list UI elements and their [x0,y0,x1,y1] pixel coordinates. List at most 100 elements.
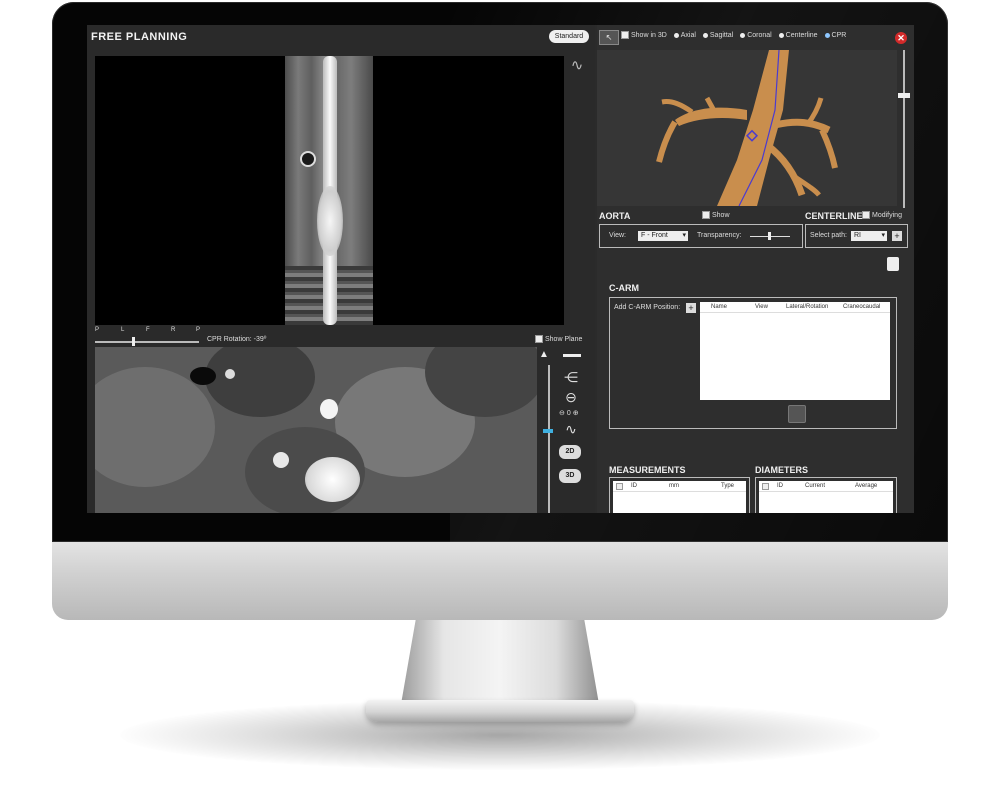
contrast-vessel [320,399,338,419]
select-all-checkbox[interactable] [762,483,769,490]
left-panel: FREE PLANNING Standard ∿ P L F R P CPR R… [87,25,595,513]
centerline-heading: CENTERLINE [805,211,863,221]
aorta-heading: AORTA [599,211,631,221]
cpr-rotation-label: CPR Rotation: -39º [207,336,267,343]
orientation-label: P [196,327,201,333]
checkbox-icon[interactable] [862,211,870,219]
tissue-region [95,367,215,487]
cpr-rotation-slider[interactable] [95,341,199,343]
app-screen: FREE PLANNING Standard ∿ P L F R P CPR R… [87,25,914,513]
3d-zoom-slider-thumb[interactable] [898,93,910,98]
column-header: ID [777,483,783,489]
aorta-cross-section [305,457,360,502]
centerline-tool-icon[interactable]: ⋲ [561,369,581,386]
3d-zoom-slider[interactable] [903,50,905,208]
aorta-3d-model [656,50,838,206]
monitor-chin [52,538,948,620]
tissue-region [205,347,315,417]
column-header: Type [721,483,735,489]
radio-coronal-icon[interactable] [740,32,746,38]
cpr-viewport[interactable] [95,56,564,325]
orientation-label: R [171,327,176,333]
view-label: View: [609,232,626,239]
carm-panel: Add C-ARM Position: + Name View Lateral/… [609,297,897,429]
right-panel: ↖ Show in 3D Axial Sagittal Coronal Cent… [597,25,914,513]
close-button[interactable]: ✕ [895,32,907,44]
diameters-table: ID Current Average [759,481,893,513]
viewport-tools: ▲ ⋲ ⊖ ⊖ 0 ⊕ ∿ 2D 3D [539,347,585,513]
modifying-toggle[interactable]: Modifying [862,211,902,219]
column-header: ID [631,483,637,489]
monitor-stand-neck [400,618,600,710]
orientation-label: F [146,327,150,333]
contrast-vessel [273,452,289,468]
arrow-up-icon[interactable]: ▲ [539,349,549,360]
aorta-panel: View: F - Front Transparency: [599,224,803,248]
column-header: Craneocaudal [843,304,881,310]
show-in-3d-label: Show in 3D [631,31,667,39]
view-options: Show in 3D Axial Sagittal Coronal Center… [619,31,846,45]
aorta-show-label: Show [712,211,730,219]
aneurysm-image [317,186,343,256]
checkbox-icon[interactable] [621,31,629,39]
add-path-button[interactable]: + [892,231,902,241]
orientation-label: L [121,327,125,333]
table-header: ID Current Average [759,481,893,492]
line-tool-icon[interactable] [563,354,581,357]
curve-icon[interactable]: ∿ [561,421,581,438]
zoom-minus-icon[interactable]: ⊖ [559,410,565,417]
view-select[interactable]: F - Front [638,231,688,241]
zoom-value: 0 [566,410,571,417]
checkbox-checked-icon[interactable] [702,211,710,219]
measurements-panel: ID mm Type [609,477,750,513]
modifying-label: Modifying [872,211,902,219]
plane-circle-icon[interactable]: ⊖ [561,389,581,406]
standard-mode-button[interactable]: Standard [549,30,589,43]
radio-sagittal-icon[interactable] [702,32,708,38]
carm-heading: C-ARM [609,283,639,293]
axial-viewport[interactable] [95,347,537,513]
bowel-gas [190,367,216,385]
aorta-show-toggle[interactable]: Show [702,211,730,219]
curve-icon[interactable]: ∿ [569,56,585,76]
centerline-panel: Select path: RI + [805,224,908,248]
zoom-stepper[interactable]: ⊖ 0 ⊕ [559,409,579,417]
table-header: Name View Lateral/Rotation Craneocaudal [700,302,890,313]
carm-table: Name View Lateral/Rotation Craneocaudal [700,302,890,400]
diameters-panel: ID Current Average [755,477,897,513]
select-all-checkbox[interactable] [616,483,623,490]
save-icon[interactable] [887,257,899,271]
diameters-heading: DIAMETERS [755,465,809,475]
tab-axial[interactable]: Axial [681,32,696,39]
add-carm-button[interactable]: + [686,303,696,313]
ct-vessel-cross [300,151,316,167]
view-3d-button[interactable]: 3D [559,469,581,483]
measurements-table: ID mm Type [613,481,746,513]
cursor-tool-icon[interactable]: ↖ [599,30,619,45]
tab-sagittal[interactable]: Sagittal [710,32,733,39]
carm-camera-icon[interactable] [788,405,806,423]
table-header: ID mm Type [613,481,746,492]
orientation-labels: P L F R P [93,327,203,339]
select-path-select[interactable]: RI [851,231,887,241]
radio-cpr-selected-icon[interactable] [824,32,830,38]
transparency-label: Transparency: [697,232,742,239]
column-header: Lateral/Rotation [786,304,829,310]
tab-centerline[interactable]: Centerline [786,32,818,39]
cpr-rotation-slider-thumb[interactable] [132,337,135,346]
show-plane-toggle[interactable]: Show Plane [535,335,582,343]
column-header: Average [855,483,878,489]
tab-coronal[interactable]: Coronal [747,32,772,39]
select-path-label: Select path: [810,232,847,239]
transparency-slider-thumb[interactable] [768,232,771,240]
add-carm-label: Add C-ARM Position: [614,304,681,311]
radio-centerline-icon[interactable] [778,32,784,38]
checkbox-checked-icon[interactable] [535,335,543,343]
tab-cpr[interactable]: CPR [832,32,847,39]
zoom-plus-icon[interactable]: ⊕ [573,410,579,417]
view-2d-button[interactable]: 2D [559,445,581,459]
measurements-heading: MEASUREMENTS [609,465,686,475]
aorta-3d-viewport[interactable] [597,50,897,206]
radio-axial-icon[interactable] [673,32,679,38]
page-title: FREE PLANNING [91,31,188,43]
